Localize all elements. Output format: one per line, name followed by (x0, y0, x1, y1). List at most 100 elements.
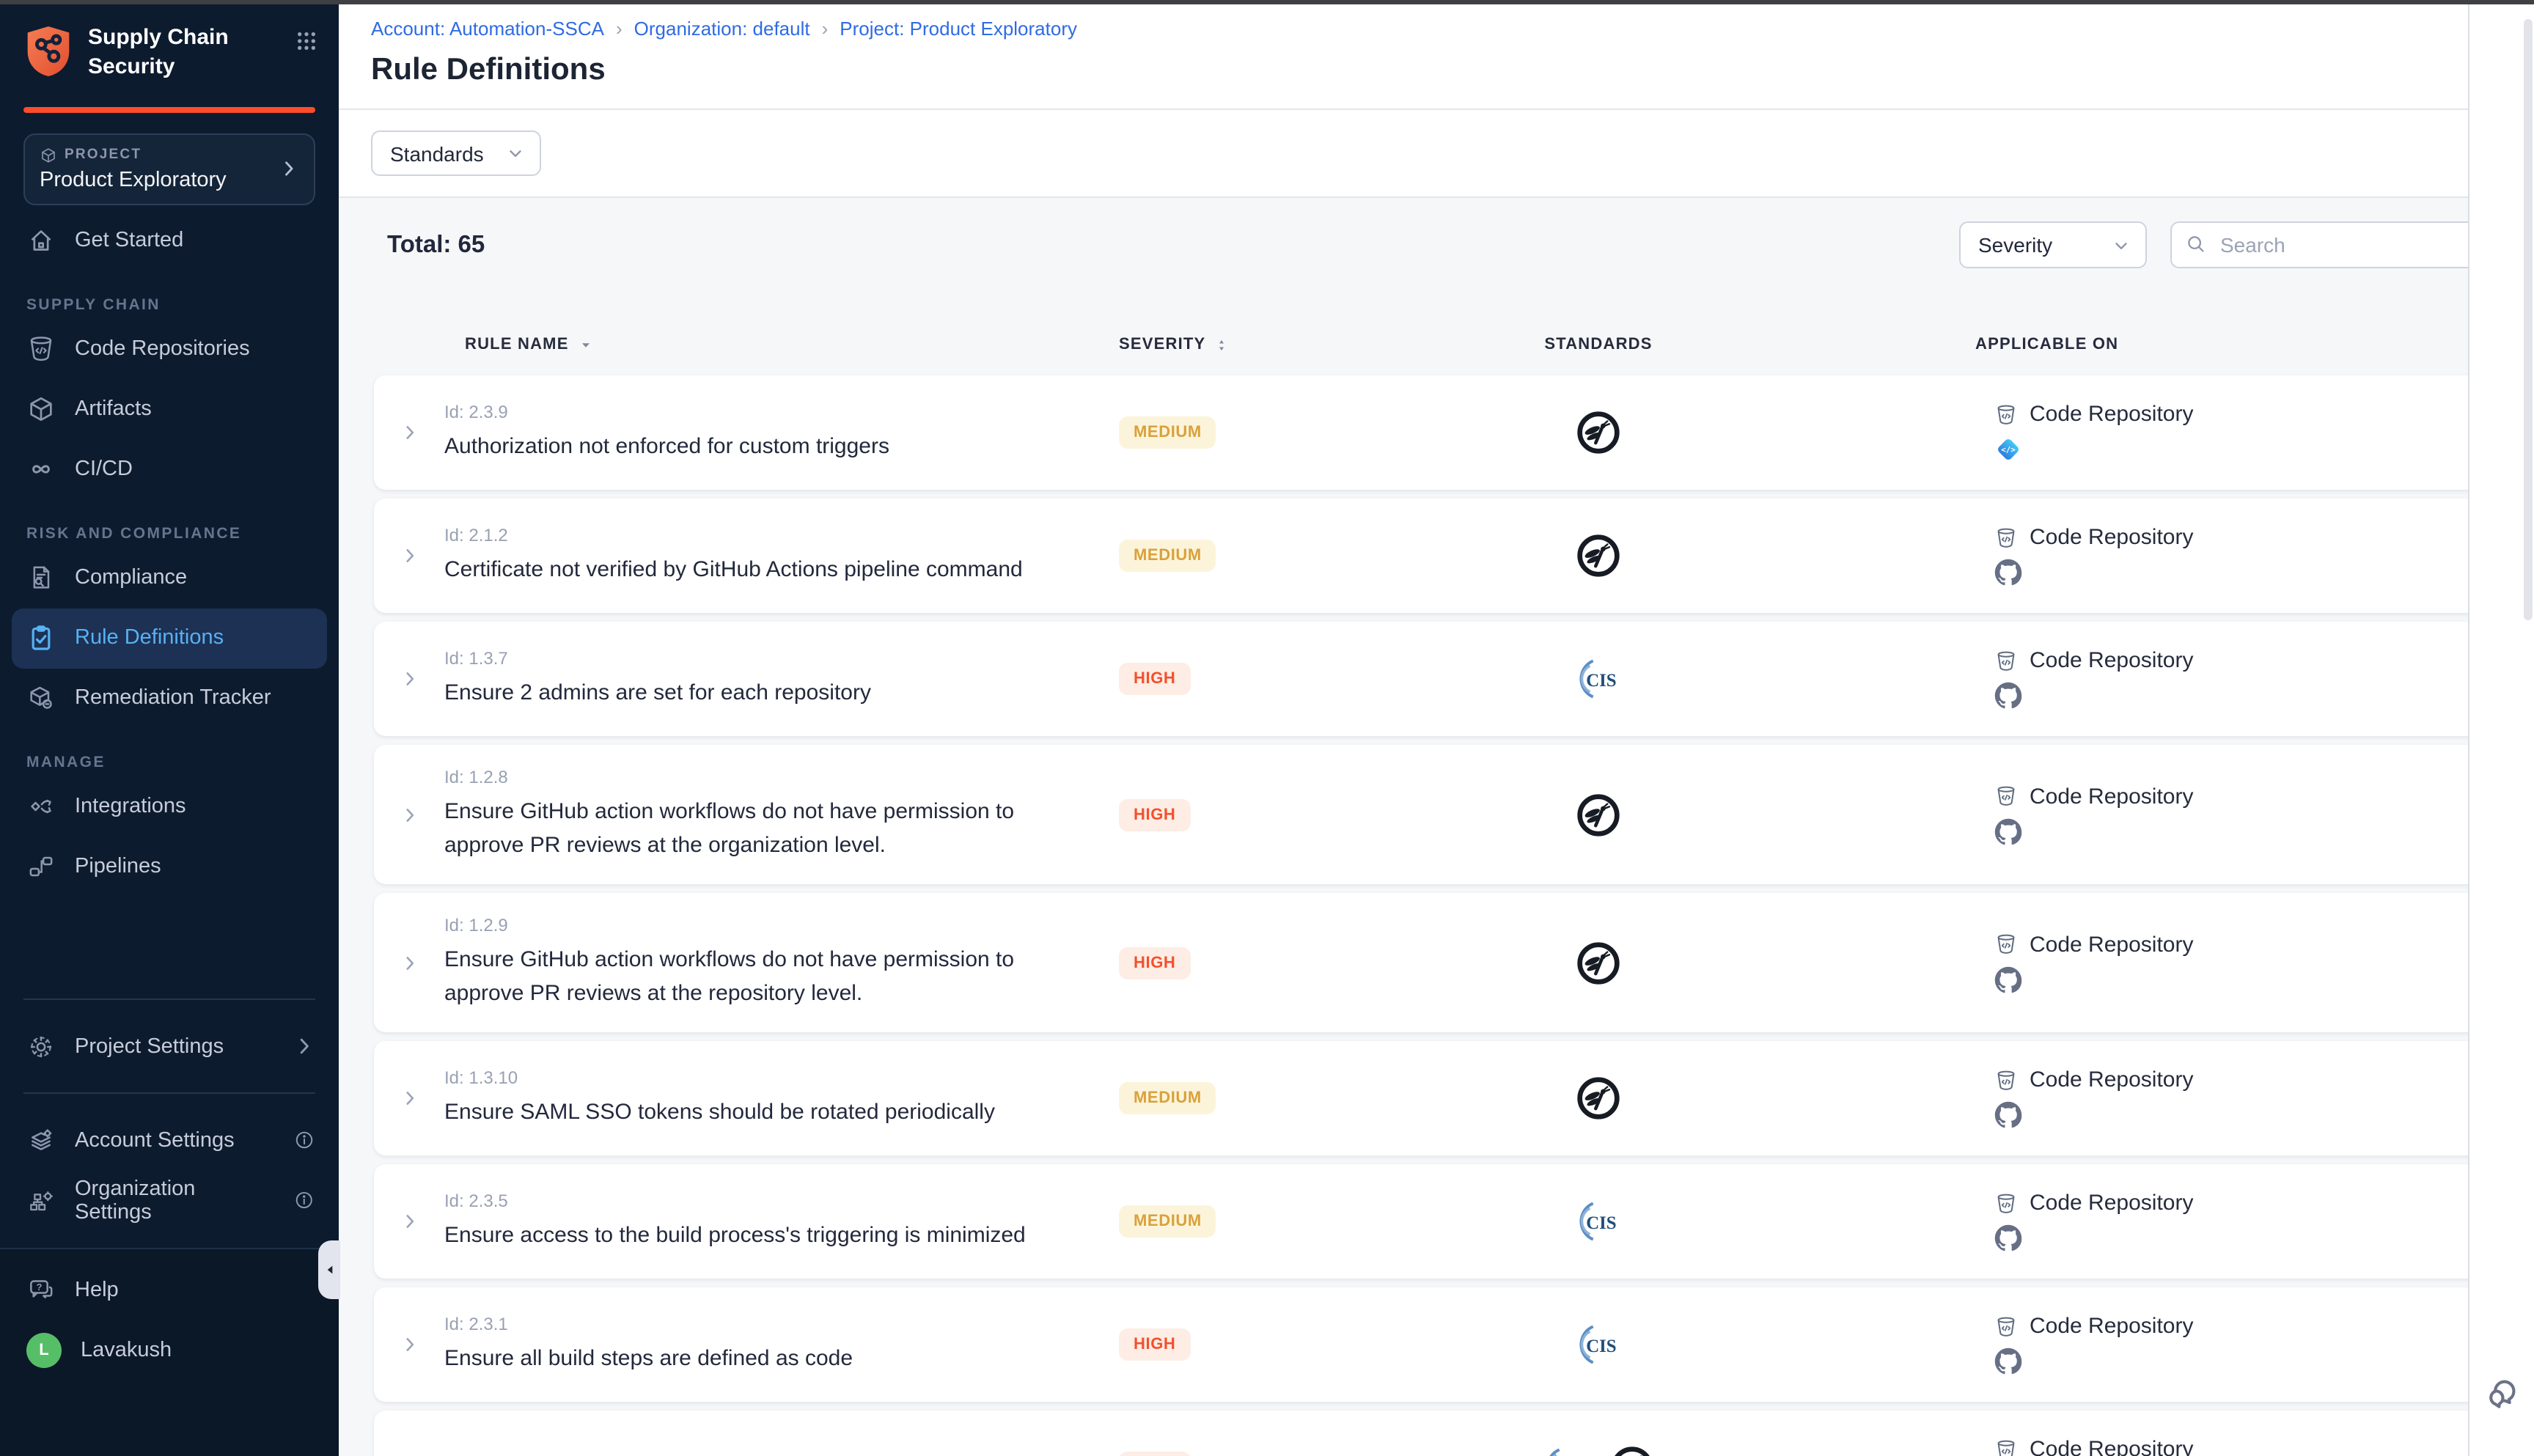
applicable-on-label: Code Repository (2030, 402, 2193, 427)
orgchart-gear-icon (26, 1185, 56, 1215)
table-row[interactable]: Id: 1.3.7 Ensure 2 admins are set for ea… (374, 622, 2497, 736)
severity-filter-dropdown[interactable]: Severity (1959, 221, 2147, 268)
sidebar-item-label: Get Started (75, 229, 183, 252)
breadcrumb: Account: Automation-SSCA › Organization:… (371, 18, 2502, 40)
chevron-down-icon (2112, 235, 2131, 254)
expand-chevron-icon[interactable] (400, 544, 419, 567)
pipelines-icon (26, 852, 56, 881)
expand-chevron-icon[interactable] (400, 1333, 419, 1356)
user-menu[interactable]: L Lavakush (0, 1320, 339, 1380)
app-title: Supply Chain Security (88, 23, 280, 81)
supply-chain-security-logo-icon (23, 23, 73, 79)
applicable-on-label: Code Repository (2030, 1191, 2193, 1216)
rule-id: Id: 1.1.9 (444, 1453, 1078, 1456)
table-row[interactable]: Id: 1.3.10 Ensure SAML SSO tokens should… (374, 1041, 2497, 1155)
avatar: L (26, 1332, 62, 1367)
rule-id: Id: 2.3.5 (444, 1191, 1078, 1211)
expand-chevron-icon[interactable] (400, 803, 419, 826)
expand-chevron-icon[interactable] (400, 1087, 419, 1110)
sidebar-item-remediation-tracker[interactable]: Remediation Tracker (0, 668, 339, 728)
search-box (2170, 221, 2484, 268)
sidebar-item-rule-definitions[interactable]: Rule Definitions (12, 608, 327, 668)
table-row[interactable]: Id: 2.3.5 Ensure access to the build pro… (374, 1164, 2497, 1279)
harness-code-icon (1994, 435, 2022, 463)
code-repository-icon (1994, 649, 2018, 672)
rule-name: Ensure all build steps are defined as co… (444, 1343, 1078, 1376)
sidebar-item-cicd[interactable]: CI/CD (0, 439, 339, 499)
sidebar-item-label: Compliance (75, 566, 187, 589)
table-row[interactable]: Id: 2.3.1 Ensure all build steps are def… (374, 1287, 2497, 1402)
sidebar-item-compliance[interactable]: Compliance (0, 548, 339, 608)
column-header-severity[interactable]: SEVERITY (1107, 335, 1371, 354)
rule-name: Ensure 2 admins are set for each reposit… (444, 677, 1078, 710)
code-repository-icon (1994, 933, 2018, 956)
info-icon[interactable] (293, 1129, 315, 1151)
table-row[interactable]: Id: 1.2.8 Ensure GitHub action workflows… (374, 745, 2497, 884)
breadcrumb-account[interactable]: Account: Automation-SSCA (371, 18, 604, 40)
sidebar-header: Supply Chain Security (0, 0, 339, 95)
table-row[interactable]: Id: 2.3.9 Authorization not enforced for… (374, 375, 2497, 490)
severity-badge: MEDIUM (1119, 416, 1216, 449)
owasp-standard-icon (1607, 1444, 1657, 1456)
table-row[interactable]: Id: 1.1.9 HIGH Code Repository (374, 1411, 2497, 1456)
document-search-icon (26, 563, 56, 592)
rule-name: Authorization not enforced for custom tr… (444, 431, 1078, 464)
sidebar-item-help[interactable]: Help (0, 1260, 339, 1320)
info-icon[interactable] (294, 1189, 316, 1211)
project-selector[interactable]: PROJECT Product Exploratory (23, 133, 315, 205)
severity-badge: MEDIUM (1119, 1205, 1216, 1238)
sidebar-collapse-handle[interactable] (318, 1240, 340, 1299)
sidebar-item-get-started[interactable]: Get Started (0, 210, 339, 271)
sidebar-footer: Help L Lavakush (0, 1248, 339, 1456)
project-cube-icon (40, 146, 57, 163)
sidebar-item-account-settings[interactable]: Account Settings (0, 1110, 339, 1170)
support-chat-button[interactable] (2481, 1372, 2524, 1415)
sidebar-item-organization-settings[interactable]: Organization Settings (0, 1170, 339, 1230)
window-top-edge (0, 0, 2534, 4)
cis-standard-icon (1573, 1198, 1623, 1245)
table-row[interactable]: Id: 2.1.2 Certificate not verified by Gi… (374, 499, 2497, 613)
table-row[interactable]: Id: 1.2.9 Ensure GitHub action workflows… (374, 893, 2497, 1032)
owasp-standard-icon (1573, 532, 1623, 579)
sidebar-item-label: Artifacts (75, 397, 152, 421)
main-content: Account: Automation-SSCA › Organization:… (339, 0, 2534, 1456)
column-header-standards: STANDARDS (1371, 336, 1826, 353)
rule-id: Id: 2.1.2 (444, 525, 1078, 545)
sidebar-item-label: CI/CD (75, 457, 133, 481)
sidebar-item-label: Account Settings (75, 1128, 235, 1152)
sidebar-item-artifacts[interactable]: Artifacts (0, 379, 339, 439)
sidebar-item-integrations[interactable]: Integrations (0, 776, 339, 837)
rule-name: Ensure access to the build process's tri… (444, 1220, 1078, 1253)
app-grid-icon[interactable] (295, 29, 318, 53)
github-icon (1994, 559, 2022, 587)
help-label: Help (75, 1278, 119, 1301)
sidebar-item-label: Remediation Tracker (75, 686, 271, 710)
applicable-on-label: Code Repository (2030, 525, 2193, 550)
sidebar-item-code-repositories[interactable]: Code Repositories (0, 319, 339, 379)
scrollbar[interactable] (2524, 19, 2533, 620)
sidebar-item-pipelines[interactable]: Pipelines (0, 837, 339, 897)
applicable-on-label: Code Repository (2030, 1314, 2193, 1339)
expand-chevron-icon[interactable] (400, 421, 419, 444)
code-repository-icon (1994, 784, 2018, 808)
standards-filter-dropdown[interactable]: Standards (371, 130, 541, 176)
right-gutter (2468, 0, 2534, 1456)
expand-chevron-icon[interactable] (400, 667, 419, 691)
column-header-rule-name[interactable]: RULE NAME (444, 336, 1107, 353)
expand-chevron-icon[interactable] (400, 1210, 419, 1233)
code-repository-icon (1994, 402, 2018, 426)
severity-badge: HIGH (1119, 946, 1190, 979)
expand-chevron-icon[interactable] (400, 951, 419, 974)
severity-badge: HIGH (1119, 1452, 1190, 1456)
breadcrumb-organization[interactable]: Organization: default (634, 18, 810, 40)
breadcrumb-project[interactable]: Project: Product Exploratory (840, 18, 1077, 40)
severity-badge: HIGH (1119, 663, 1190, 695)
sidebar-item-label: Project Settings (75, 1034, 224, 1058)
page-title: Rule Definitions (371, 53, 2502, 88)
applicable-on-label: Code Repository (2030, 784, 2193, 809)
infinity-icon (26, 455, 56, 484)
search-input[interactable] (2170, 221, 2484, 268)
sidebar-item-project-settings[interactable]: Project Settings (0, 1016, 339, 1076)
clipboard-check-icon (26, 623, 56, 652)
applicable-on-label: Code Repository (2030, 648, 2193, 673)
